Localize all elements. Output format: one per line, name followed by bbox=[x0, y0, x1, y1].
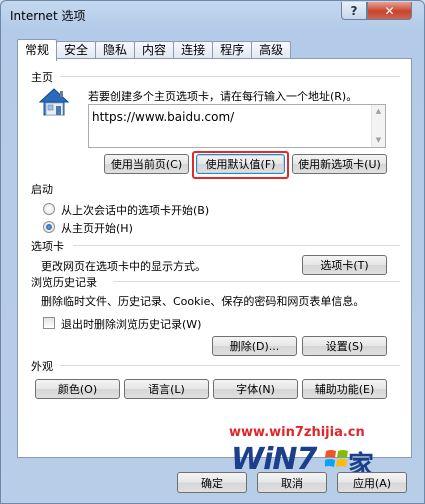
delete-on-exit-checkbox[interactable] bbox=[43, 317, 55, 329]
delete-history-button[interactable]: 删除(D)... bbox=[212, 336, 297, 356]
startup-section-title: 启动 bbox=[31, 183, 53, 196]
watermark-url: www.win7zhijia.cn bbox=[229, 425, 365, 440]
use-current-button[interactable]: 使用当前页(C) bbox=[104, 154, 189, 174]
tabs-description: 更改网页在选项卡中的显示方式。 bbox=[41, 260, 206, 273]
windows-flag-icon bbox=[324, 448, 349, 470]
fonts-button[interactable]: 字体(N) bbox=[213, 379, 298, 399]
close-icon: ✕ bbox=[384, 3, 395, 18]
radio-homepage[interactable] bbox=[43, 221, 55, 233]
ok-button[interactable]: 确定 bbox=[177, 472, 247, 493]
use-new-tab-button[interactable]: 使用新选项卡(U) bbox=[292, 154, 387, 174]
delete-on-exit-label: 退出时删除浏览历史记录(W) bbox=[61, 318, 202, 331]
homepage-instruction: 若要创建多个主页选项卡，请在每行输入一个地址(R)。 bbox=[88, 90, 358, 103]
radio-last-session[interactable] bbox=[43, 203, 55, 215]
help-icon: ? bbox=[350, 3, 358, 18]
cancel-button[interactable]: 取消 bbox=[257, 472, 327, 493]
title-bar[interactable]: Internet 选项 ? ✕ bbox=[1, 1, 424, 31]
general-tab-panel: 主页 若要创建多个主页选项卡，请在每行输入一个地址(R)。 https://ww… bbox=[17, 58, 412, 458]
appearance-section-title: 外观 bbox=[31, 360, 53, 373]
window-title: Internet 选项 bbox=[10, 9, 86, 23]
history-description: 删除临时文件、历史记录、Cookie、保存的密码和网页表单信息。 bbox=[41, 295, 365, 308]
radio-last-session-label: 从上次会话中的选项卡开始(B) bbox=[61, 204, 210, 217]
radio-homepage-label: 从主页开始(H) bbox=[61, 222, 133, 235]
use-default-button[interactable]: 使用默认值(F) bbox=[196, 154, 285, 174]
history-settings-button[interactable]: 设置(S) bbox=[302, 336, 387, 356]
homepage-divider bbox=[60, 76, 400, 77]
house-icon bbox=[38, 87, 70, 117]
accessibility-button[interactable]: 辅助功能(E) bbox=[302, 379, 387, 399]
scroll-down-icon[interactable]: ▼ bbox=[372, 134, 385, 147]
history-divider bbox=[113, 281, 400, 282]
tabs-section-title: 选项卡 bbox=[31, 240, 64, 253]
homepage-section-title: 主页 bbox=[31, 71, 53, 84]
homepage-url-value: https://www.baidu.com/ bbox=[92, 110, 235, 124]
tabs-divider bbox=[73, 245, 400, 246]
tabs-settings-button[interactable]: 选项卡(T) bbox=[302, 255, 387, 275]
appearance-divider bbox=[60, 365, 400, 366]
apply-button[interactable]: 应用(A) bbox=[337, 472, 407, 493]
help-button[interactable]: ? bbox=[341, 2, 367, 20]
internet-options-window: Internet 选项 ? ✕ 常规 安全 隐私 内容 连接 程序 高级 主页 … bbox=[0, 0, 425, 504]
tab-general[interactable]: 常规 bbox=[17, 39, 58, 61]
textarea-scrollbar[interactable]: ▲ ▼ bbox=[371, 105, 385, 147]
colors-button[interactable]: 颜色(O) bbox=[35, 379, 120, 399]
languages-button[interactable]: 语言(L) bbox=[124, 379, 209, 399]
scroll-up-icon[interactable]: ▲ bbox=[372, 105, 385, 118]
history-section-title: 浏览历史记录 bbox=[31, 276, 97, 289]
homepage-url-textarea[interactable]: https://www.baidu.com/ ▲ ▼ bbox=[88, 104, 386, 148]
close-button[interactable]: ✕ bbox=[367, 2, 412, 20]
tab-bar: 常规 安全 隐私 内容 连接 程序 高级 bbox=[17, 39, 292, 61]
